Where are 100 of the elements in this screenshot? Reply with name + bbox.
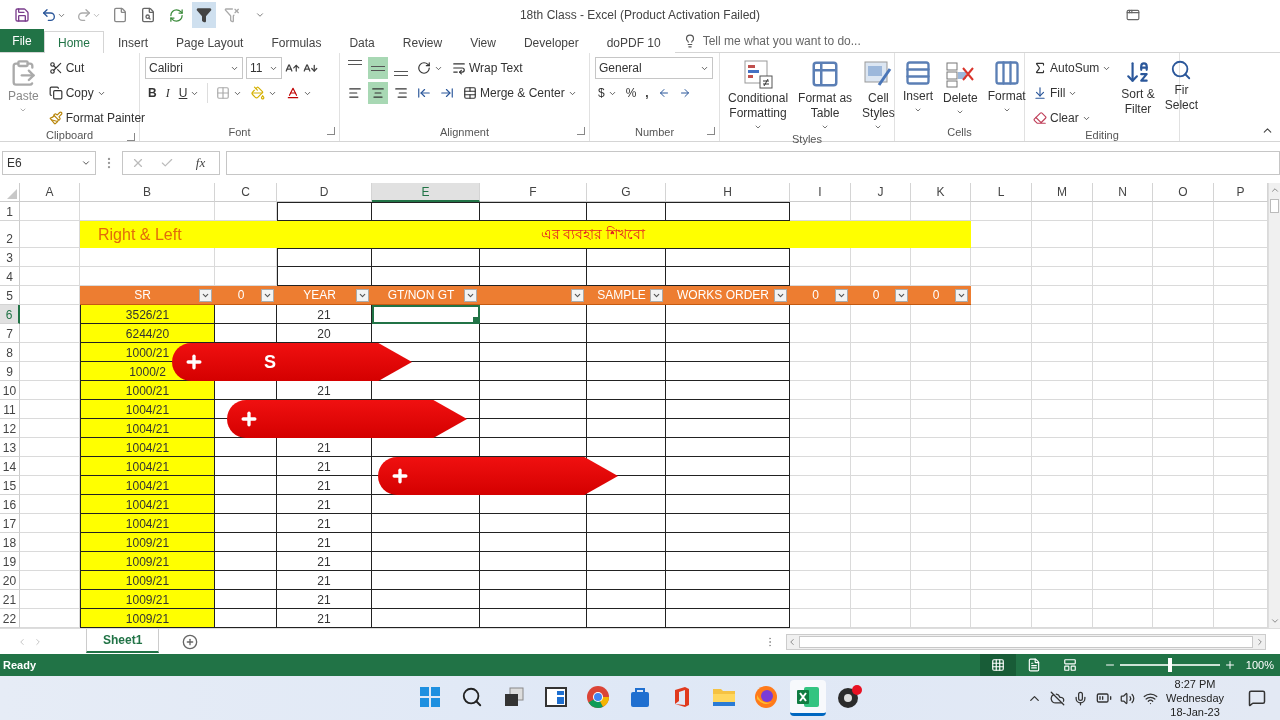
fill-button[interactable]: Fill bbox=[1030, 82, 1115, 104]
column-header[interactable]: C bbox=[215, 183, 277, 202]
banner-title: Right & Left bbox=[98, 225, 182, 244]
font-family-select[interactable]: Calibri bbox=[145, 57, 243, 79]
row-number[interactable]: 20 bbox=[0, 571, 20, 590]
styles-button[interactable]: Format as Table bbox=[795, 57, 856, 133]
sheet-tab[interactable]: Sheet1 bbox=[86, 628, 160, 653]
table-cell: 1004/21 bbox=[80, 457, 215, 476]
row-number[interactable]: 9 bbox=[0, 362, 20, 381]
styles-button[interactable]: Conditional Formatting bbox=[725, 57, 792, 133]
percent-button[interactable]: % bbox=[622, 82, 640, 104]
column-header[interactable]: P bbox=[1214, 183, 1268, 202]
column-header[interactable]: G bbox=[587, 183, 666, 202]
status-text: Ready bbox=[3, 659, 37, 671]
table-cell: 1009/21 bbox=[80, 552, 215, 571]
currency-button[interactable]: $ bbox=[595, 82, 620, 104]
row-number[interactable]: 21 bbox=[0, 590, 20, 609]
column-header[interactable]: H bbox=[666, 183, 790, 202]
row-number[interactable]: 2 bbox=[0, 221, 20, 248]
row-number[interactable]: 10 bbox=[0, 381, 20, 400]
column-header[interactable]: A bbox=[20, 183, 80, 202]
zoom-level[interactable]: 100% bbox=[1245, 659, 1274, 671]
row-number[interactable]: 15 bbox=[0, 476, 20, 495]
clock-date: 18-Jan-23 bbox=[1170, 705, 1220, 719]
column-header[interactable]: B bbox=[80, 183, 215, 202]
row-number[interactable]: 6 bbox=[0, 305, 20, 324]
clock[interactable]: 8:27 PM Wednesday 18-Jan-23 bbox=[1166, 677, 1224, 719]
column-header[interactable]: L bbox=[971, 183, 1032, 202]
find-select-button[interactable]: Fir Select bbox=[1161, 57, 1202, 129]
column-header[interactable]: N bbox=[1093, 183, 1153, 202]
group-label: Number bbox=[634, 126, 675, 138]
comma-button[interactable]: , bbox=[642, 82, 652, 104]
group-label: Clipboard bbox=[45, 129, 94, 141]
cells-button[interactable]: Format bbox=[984, 57, 1029, 123]
clear-button[interactable]: Clear bbox=[1030, 107, 1115, 129]
table-cell: 1004/21 bbox=[80, 495, 215, 514]
cells-button[interactable]: Delete bbox=[940, 57, 981, 123]
column-header[interactable]: J bbox=[851, 183, 911, 202]
column-header[interactable]: M bbox=[1032, 183, 1093, 202]
merge-center-button[interactable]: Merge & Center bbox=[460, 82, 580, 104]
name-box[interactable]: E6 bbox=[2, 150, 96, 175]
table-cell: 1009/21 bbox=[80, 609, 215, 628]
table-cell: 1009/21 bbox=[80, 571, 215, 590]
column-header[interactable]: D bbox=[277, 183, 372, 202]
row-number[interactable]: 17 bbox=[0, 514, 20, 533]
row-number[interactable]: 22 bbox=[0, 609, 20, 628]
row-number[interactable]: 4 bbox=[0, 267, 20, 286]
column-header[interactable]: E bbox=[372, 183, 480, 202]
row-number[interactable]: 5 bbox=[0, 286, 20, 305]
column-title: 0 bbox=[872, 288, 881, 302]
row-number[interactable]: 13 bbox=[0, 438, 20, 457]
column-title: GT/NON GT bbox=[387, 288, 456, 302]
cells-button[interactable]: Insert bbox=[900, 57, 936, 123]
table-cell: 1009/21 bbox=[80, 590, 215, 609]
ribbon-tab[interactable]: Home bbox=[44, 31, 104, 53]
column-header[interactable]: O bbox=[1153, 183, 1214, 202]
column-header[interactable]: F bbox=[480, 183, 587, 202]
table-cell: 21 bbox=[277, 457, 372, 476]
wrap-text-button[interactable]: Wrap Text bbox=[449, 57, 526, 79]
column-title: SR bbox=[134, 288, 152, 302]
row-number[interactable]: 16 bbox=[0, 495, 20, 514]
table-cell: 1004/21 bbox=[80, 476, 215, 495]
table-cell: 1004/21 bbox=[80, 514, 215, 533]
font-size-select[interactable]: 11 bbox=[246, 57, 282, 79]
column-header[interactable]: I bbox=[790, 183, 851, 202]
table-cell: 21 bbox=[277, 590, 372, 609]
row-number[interactable]: 8 bbox=[0, 343, 20, 362]
row-number[interactable]: 3 bbox=[0, 248, 20, 267]
row-number[interactable]: 7 bbox=[0, 324, 20, 343]
column-title: YEAR bbox=[303, 288, 337, 302]
paste-button[interactable]: Paste bbox=[5, 57, 42, 129]
styles-button[interactable]: Cell Styles bbox=[859, 57, 898, 133]
row-number[interactable]: 1 bbox=[0, 202, 20, 221]
insert-function-button[interactable]: fx bbox=[189, 153, 212, 172]
table-cell: 21 bbox=[277, 552, 372, 571]
group-label: Editing bbox=[1085, 129, 1119, 141]
tell-me-field[interactable]: Tell me what you want to do... bbox=[700, 33, 871, 49]
window-title: 18th Class - Excel (Product Activation Failed) bbox=[519, 8, 761, 22]
format-painter-button[interactable]: Format Painter bbox=[45, 107, 149, 129]
column-header[interactable]: K bbox=[911, 183, 971, 202]
table-cell: 21 bbox=[277, 438, 372, 457]
group-label: Font bbox=[228, 126, 251, 138]
italic-button[interactable]: I bbox=[162, 82, 173, 104]
sort-filter-button[interactable]: Sort & Filter bbox=[1118, 57, 1158, 129]
row-number[interactable]: 12 bbox=[0, 419, 20, 438]
underline-button[interactable]: U bbox=[175, 82, 203, 104]
table-cell: 1000/21 bbox=[80, 381, 215, 400]
autosum-button[interactable]: AutoSum bbox=[1030, 57, 1115, 79]
file-tab[interactable]: File bbox=[0, 29, 44, 52]
row-number[interactable]: 11 bbox=[0, 400, 20, 419]
group-label: Styles bbox=[792, 133, 822, 145]
row-number[interactable]: 19 bbox=[0, 552, 20, 571]
table-cell: 21 bbox=[277, 609, 372, 628]
row-number[interactable]: 14 bbox=[0, 457, 20, 476]
clock-day: Wednesday bbox=[1166, 691, 1224, 705]
row-number[interactable]: 18 bbox=[0, 533, 20, 552]
table-cell: 1009/21 bbox=[80, 533, 215, 552]
number-format-select[interactable]: General bbox=[595, 57, 713, 79]
table-cell: 6244/20 bbox=[80, 324, 215, 343]
group-label: Alignment bbox=[440, 126, 489, 138]
